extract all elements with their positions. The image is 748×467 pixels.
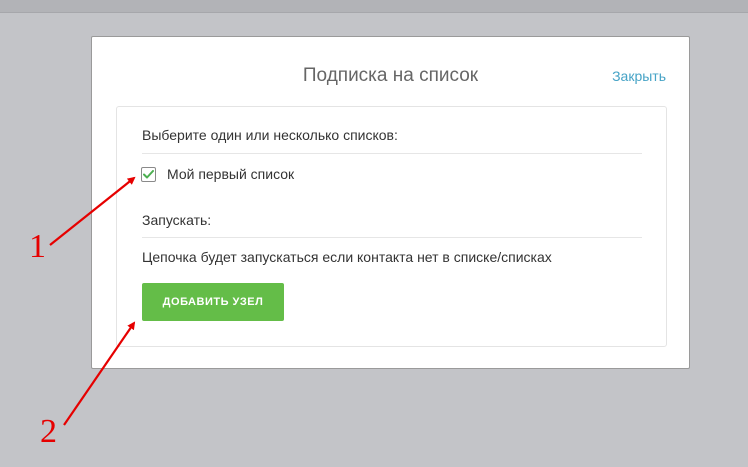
close-link[interactable]: Закрыть — [612, 67, 666, 85]
add-node-button[interactable]: ДОБАВИТЬ УЗЕЛ — [142, 283, 284, 321]
app-top-bar — [0, 0, 748, 13]
annotation-marker-2: 2 — [40, 413, 57, 450]
check-icon — [143, 169, 154, 178]
lists-prompt-label: Выберите один или несколько списков: — [142, 127, 398, 143]
modal-title: Подписка на список — [302, 65, 479, 86]
divider — [142, 237, 642, 238]
subscribe-list-modal: Подписка на список Закрыть Выберите один… — [91, 36, 690, 369]
run-label: Запускать: — [142, 212, 212, 228]
run-description: Цепочка будет запускаться если контакта … — [142, 249, 552, 265]
list-option-label: Мой первый список — [167, 166, 295, 182]
list-checkbox[interactable] — [141, 166, 156, 182]
divider — [142, 153, 642, 154]
settings-panel: Выберите один или несколько списков: Мой… — [116, 106, 667, 347]
annotation-marker-1: 1 — [29, 228, 46, 265]
list-option-row[interactable]: Мой первый список — [141, 164, 294, 184]
